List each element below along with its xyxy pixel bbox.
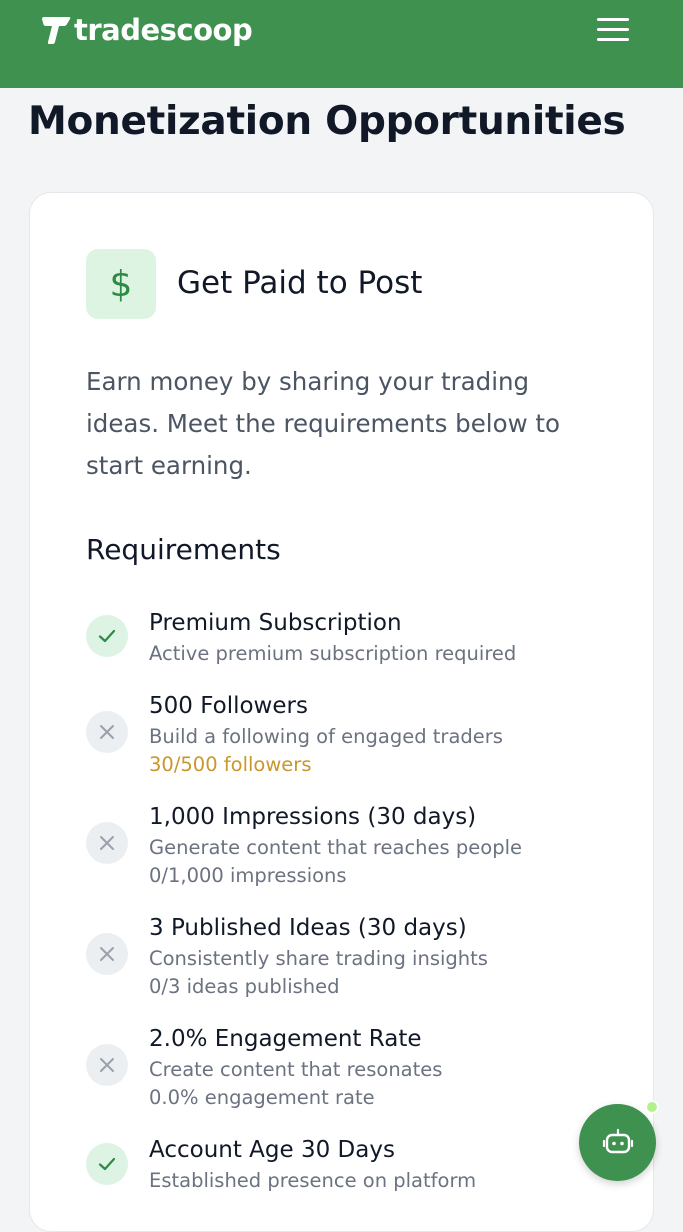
requirement-unmet-x-icon: [86, 933, 128, 975]
hamburger-menu-icon: [597, 17, 629, 21]
assistant-bot-button[interactable]: [579, 1104, 656, 1181]
dollar-icon: $: [86, 249, 156, 319]
requirement-unmet-x-icon: [86, 1044, 128, 1086]
bot-icon: [602, 1128, 633, 1153]
top-app-bar: tradescoop: [0, 0, 683, 88]
requirement-unmet-x-icon: [86, 711, 128, 753]
requirements-heading: Requirements: [86, 533, 281, 566]
requirement-subtitle: Generate content that reaches people: [149, 836, 522, 859]
requirement-met-check-icon: [86, 615, 128, 657]
requirement-progress: 30/500 followers: [149, 753, 312, 776]
requirement-progress: 0/1,000 impressions: [149, 864, 347, 887]
requirement-progress: 0/3 ideas published: [149, 975, 340, 998]
card-description: Earn money by sharing your trading ideas…: [86, 367, 561, 480]
logo-text: tradescoop: [74, 13, 253, 47]
requirement-met-check-icon: [86, 1143, 128, 1185]
get-paid-to-post-card: $ Get Paid to Post Earn money by sharing…: [29, 192, 654, 1232]
requirement-subtitle: Established presence on platform: [149, 1169, 477, 1192]
requirement-progress: 0.0% engagement rate: [149, 1086, 375, 1109]
requirement-subtitle: Consistently share trading insights: [149, 947, 488, 970]
requirement-title: 1,000 Impressions (30 days): [149, 804, 477, 830]
requirement-unmet-x-icon: [86, 822, 128, 864]
requirement-title: 500 Followers: [149, 693, 308, 719]
menu-button[interactable]: [590, 10, 636, 48]
requirement-title: Premium Subscription: [149, 610, 402, 636]
requirement-title: Account Age 30 Days: [149, 1137, 395, 1163]
requirement-title: 3 Published Ideas (30 days): [149, 915, 467, 941]
hamburger-menu-icon-bar: [597, 37, 629, 41]
requirement-subtitle: Active premium subscription required: [149, 642, 517, 665]
assistant-online-indicator: [645, 1100, 659, 1114]
requirement-subtitle: Create content that resonates: [149, 1058, 443, 1081]
page-title: Monetization Opportunities: [28, 99, 626, 144]
card-title: Get Paid to Post: [177, 265, 423, 301]
tradescoop-logo[interactable]: tradescoop: [40, 10, 253, 50]
tradescoop-logo-icon: [42, 17, 71, 44]
requirement-subtitle: Build a following of engaged traders: [149, 725, 503, 748]
requirement-title: 2.0% Engagement Rate: [149, 1026, 422, 1052]
hamburger-menu-icon-bar: [597, 27, 629, 31]
